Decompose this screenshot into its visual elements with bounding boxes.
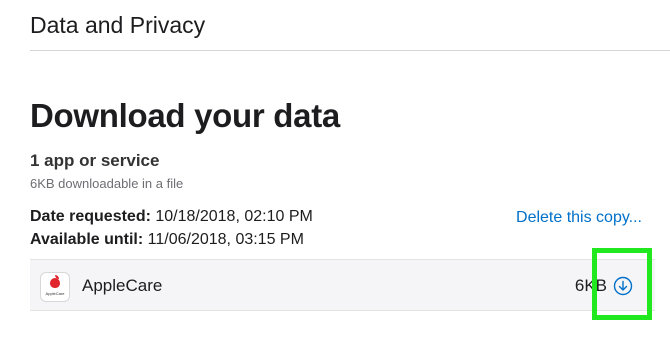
header-divider — [30, 50, 670, 51]
available-until-value: 11/06/2018, 03:15 PM — [147, 231, 304, 248]
date-requested-value: 10/18/2018, 02:10 PM — [155, 208, 313, 225]
available-until: Available until: 11/06/2018, 03:15 PM — [30, 231, 304, 249]
page-header-title: Data and Privacy — [30, 12, 206, 38]
date-requested-label: Date requested: — [30, 208, 151, 225]
service-row-applecare: AppleCare AppleCare 6KB — [30, 259, 655, 311]
download-size-note: 6KB downloadable in a file — [30, 176, 184, 191]
section-title: Download your data — [30, 97, 340, 134]
apple-logo-icon: AppleCare — [40, 272, 70, 302]
available-until-label: Available until: — [30, 231, 144, 248]
service-size: 6KB — [574, 276, 607, 295]
download-circle-icon — [613, 276, 633, 296]
app-icon-caption: AppleCare — [45, 291, 65, 296]
date-requested: Date requested: 10/18/2018, 02:10 PM — [30, 208, 313, 226]
delete-copy-link[interactable]: Delete this copy... — [516, 209, 642, 227]
service-name: AppleCare — [82, 276, 163, 295]
download-button[interactable] — [613, 276, 633, 296]
services-count: 1 app or service — [30, 151, 160, 170]
